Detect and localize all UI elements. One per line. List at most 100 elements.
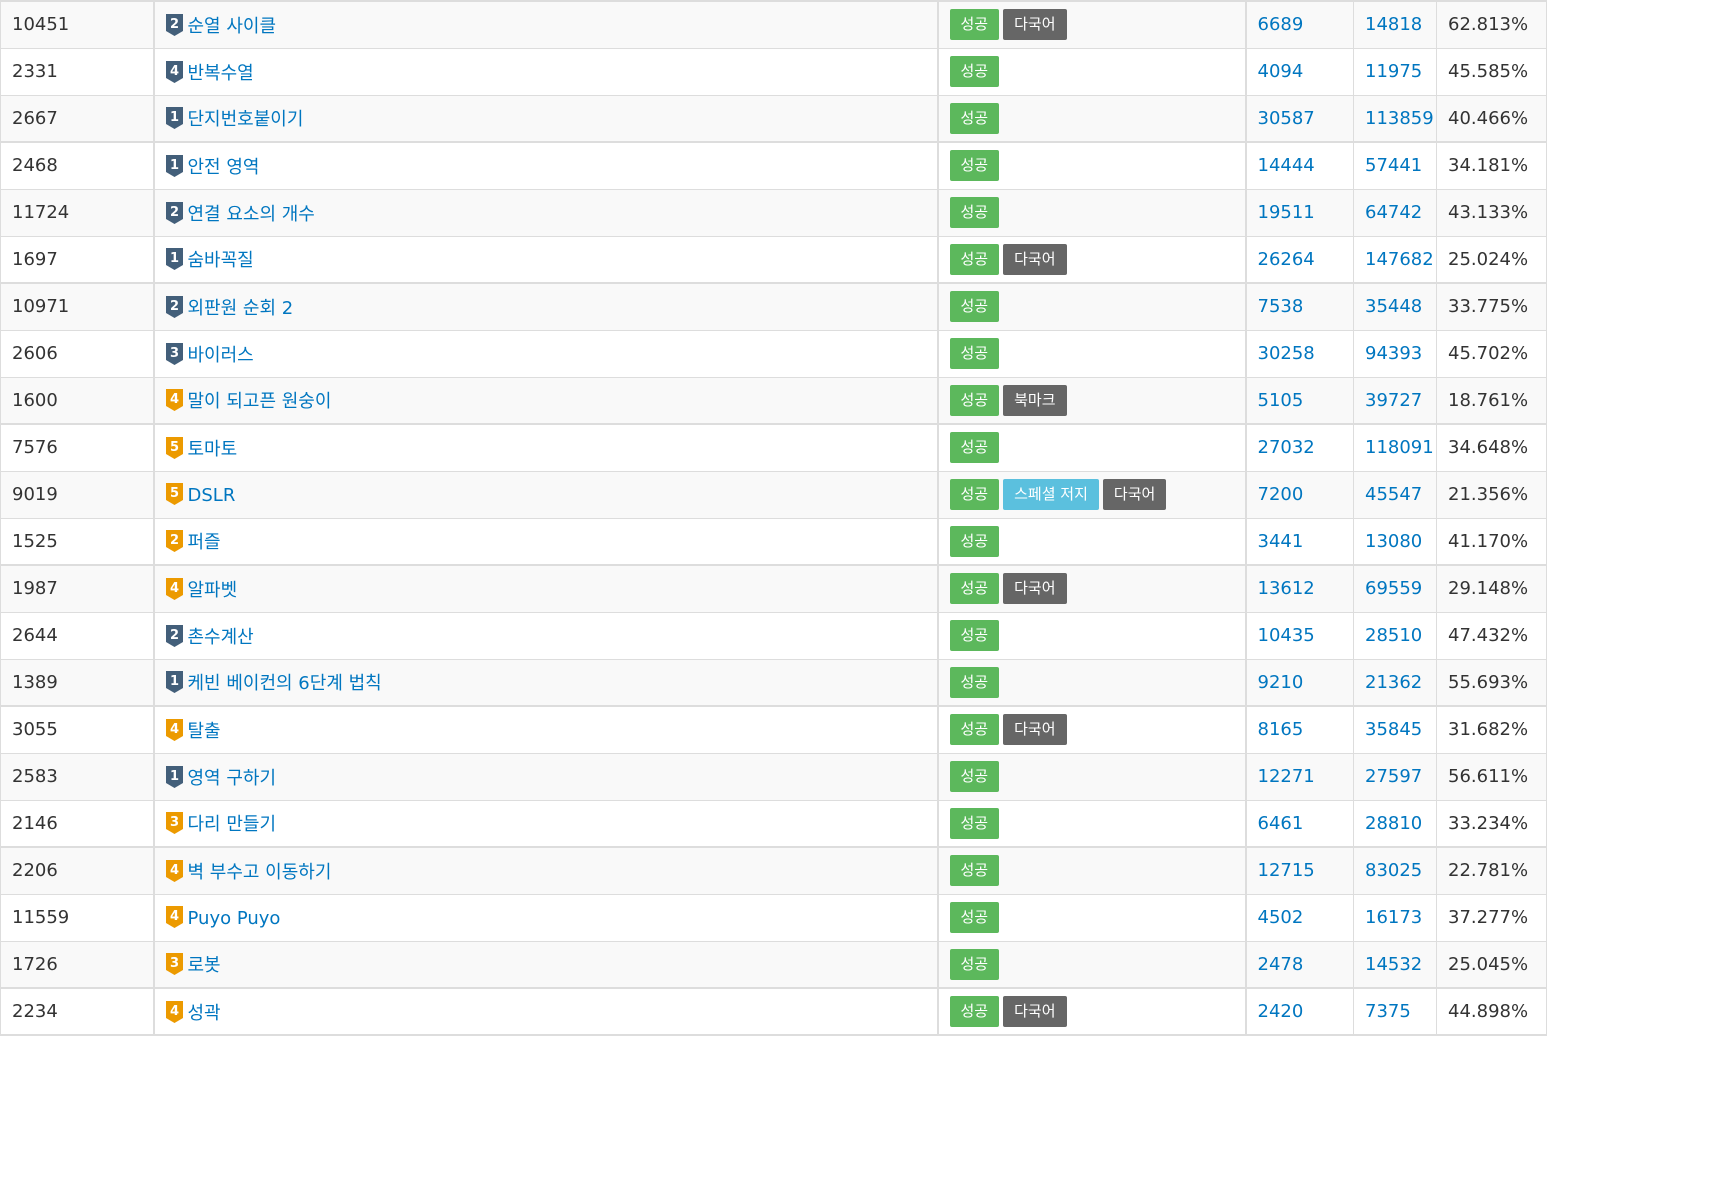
solved-count-link[interactable]: 2478 [1258,954,1304,975]
problem-title-link[interactable]: 토마토 [188,439,238,460]
label-success-badge[interactable]: 성공 [949,150,1000,182]
label-success-badge[interactable]: 성공 [949,761,1000,792]
solved-count-link[interactable]: 27032 [1258,437,1315,458]
solved-count-link[interactable]: 7200 [1258,484,1304,505]
problem-title-link[interactable]: 벽 부수고 이동하기 [188,862,332,883]
submission-count-link[interactable]: 35845 [1365,719,1422,740]
label-info-badge[interactable]: 스페셜 저지 [1003,479,1099,510]
solved-count-link[interactable]: 12715 [1258,860,1315,881]
problem-title-link[interactable]: 다리 만들기 [188,814,277,835]
problem-title-link[interactable]: 알파벳 [188,580,238,601]
solved-count-link[interactable]: 12271 [1258,766,1315,787]
submission-count-link[interactable]: 39727 [1365,390,1422,411]
problem-title-link[interactable]: 로봇 [188,955,221,976]
solved-count-link[interactable]: 2420 [1258,1001,1304,1022]
label-success-badge[interactable]: 성공 [949,996,1000,1027]
submission-count-link[interactable]: 35448 [1365,296,1422,317]
problem-title-link[interactable]: 연결 요소의 개수 [188,204,315,225]
submission-count-link[interactable]: 27597 [1365,766,1422,787]
label-success-badge[interactable]: 성공 [949,620,1000,651]
label-success-badge[interactable]: 성공 [949,902,1000,933]
submission-count-link[interactable]: 45547 [1365,484,1422,505]
problem-title-link[interactable]: 영역 구하기 [188,768,277,789]
label-success-badge[interactable]: 성공 [949,525,1000,557]
label-success-badge[interactable]: 성공 [949,9,1000,41]
submission-count-link[interactable]: 28810 [1365,813,1422,834]
label-success-badge[interactable]: 성공 [949,573,1000,605]
label-success-badge[interactable]: 성공 [949,243,1000,275]
problem-title-link[interactable]: 바이러스 [188,345,254,366]
solved-count-link[interactable]: 4502 [1258,907,1304,928]
problem-title-link[interactable]: 안전 영역 [188,157,260,178]
label-success-badge[interactable]: 성공 [949,714,1000,746]
problem-title-link[interactable]: 외판원 순회 2 [188,298,294,319]
label-success-badge[interactable]: 성공 [949,666,1000,698]
problem-title-link[interactable]: 단지번호붙이기 [188,109,304,130]
solved-count-link[interactable]: 19511 [1258,202,1315,223]
submission-count-link[interactable]: 14818 [1365,14,1422,35]
submission-count-link[interactable]: 13080 [1365,531,1422,552]
problem-title-link[interactable]: 케빈 베이컨의 6단계 법칙 [188,673,382,694]
label-dark-badge[interactable]: 다국어 [1003,243,1067,275]
gold-4-tier-icon: 4 [165,389,183,412]
problem-title-link[interactable]: 순열 사이클 [188,16,277,37]
svg-text:5: 5 [169,486,178,501]
solved-count-link[interactable]: 26264 [1258,249,1315,270]
label-dark-badge[interactable]: 다국어 [1003,714,1067,746]
label-dark-badge[interactable]: 다국어 [1102,479,1167,510]
problem-title-link[interactable]: Puyo Puyo [188,908,281,929]
label-success-badge[interactable]: 성공 [949,291,1000,323]
problem-labels-cell: 성공 [936,517,1246,565]
submission-count-link[interactable]: 21362 [1365,672,1422,693]
submission-count-link[interactable]: 94393 [1365,343,1422,364]
problem-title-link[interactable]: 성곽 [188,1003,221,1024]
solved-count-link[interactable]: 13612 [1258,578,1315,599]
label-success-badge[interactable]: 성공 [949,479,1000,510]
problem-title-link[interactable]: 퍼즐 [188,532,221,553]
label-dark-badge[interactable]: 다국어 [1003,573,1067,605]
solved-count-link[interactable]: 7538 [1258,296,1304,317]
label-dark-badge[interactable]: 북마크 [1003,384,1067,416]
label-success-badge[interactable]: 성공 [949,102,1000,134]
label-success-badge[interactable]: 성공 [949,338,1000,369]
problem-title-link[interactable]: 숨바꼭질 [188,250,254,271]
label-success-badge[interactable]: 성공 [949,384,1000,416]
label-dark-badge[interactable]: 다국어 [1003,996,1067,1027]
label-success-badge[interactable]: 성공 [949,807,1000,839]
submission-count-link[interactable]: 7375 [1365,1001,1411,1022]
submission-count-link[interactable]: 64742 [1365,202,1422,223]
solved-count-link[interactable]: 14444 [1258,155,1315,176]
solved-count-link[interactable]: 30587 [1258,108,1315,129]
problem-title-link[interactable]: DSLR [188,485,236,506]
label-dark-badge[interactable]: 다국어 [1003,9,1067,41]
submission-count-link[interactable]: 147682 [1365,249,1434,270]
submission-count-link[interactable]: 57441 [1365,155,1422,176]
problem-labels-cell: 성공 다국어 [936,705,1246,753]
submission-count-link[interactable]: 113859 [1365,108,1434,129]
solved-count-link[interactable]: 6461 [1258,813,1304,834]
solved-count-link[interactable]: 5105 [1258,390,1304,411]
solved-count-link[interactable]: 30258 [1258,343,1315,364]
solved-count-link[interactable]: 6689 [1258,14,1304,35]
solved-count-link[interactable]: 10435 [1258,625,1315,646]
problem-title-link[interactable]: 촌수계산 [188,627,254,648]
solved-count-link[interactable]: 3441 [1258,531,1304,552]
submission-count-link[interactable]: 16173 [1365,907,1422,928]
label-success-badge[interactable]: 성공 [949,197,1000,228]
submission-count-link[interactable]: 14532 [1365,954,1422,975]
submission-count-link[interactable]: 83025 [1365,860,1422,881]
solved-count-link[interactable]: 8165 [1258,719,1304,740]
problem-title-link[interactable]: 반복수열 [188,63,254,84]
submission-count-link[interactable]: 28510 [1365,625,1422,646]
submission-count-link[interactable]: 69559 [1365,578,1422,599]
solved-count-link[interactable]: 9210 [1258,672,1304,693]
label-success-badge[interactable]: 성공 [949,432,1000,464]
submission-count-link[interactable]: 118091 [1365,437,1434,458]
submission-count-link[interactable]: 11975 [1365,61,1422,82]
label-success-badge[interactable]: 성공 [949,855,1000,887]
label-success-badge[interactable]: 성공 [949,56,1000,87]
problem-title-link[interactable]: 말이 되고픈 원숭이 [188,391,332,412]
problem-title-link[interactable]: 탈출 [188,721,221,742]
label-success-badge[interactable]: 성공 [949,948,1000,980]
solved-count-link[interactable]: 4094 [1258,61,1304,82]
